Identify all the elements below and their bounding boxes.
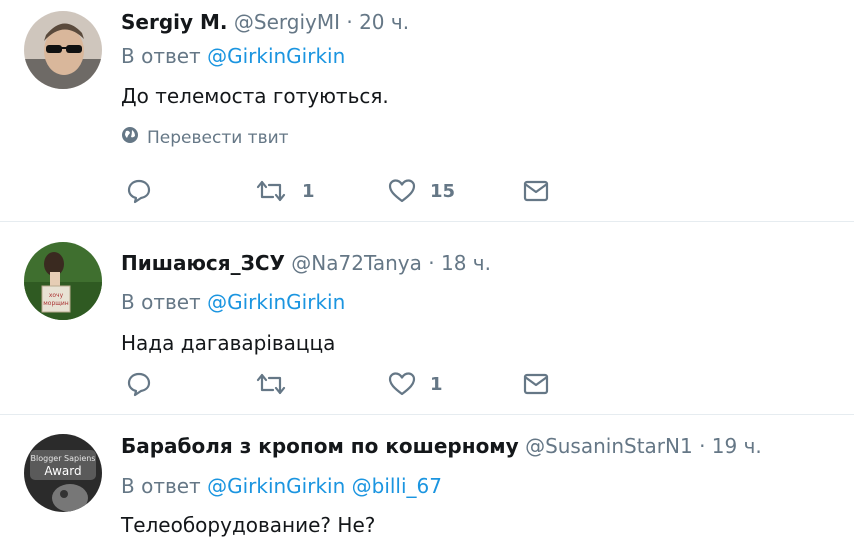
tweet-text: Телеоборудование? Не? xyxy=(121,513,376,537)
avatar[interactable]: хочу морщин xyxy=(24,242,102,320)
reply-icon xyxy=(126,371,152,397)
user-handle[interactable]: @SergiyMI xyxy=(234,10,340,34)
message-icon xyxy=(522,178,550,204)
mention-link[interactable]: @GirkinGirkin xyxy=(207,474,345,498)
reply-prefix: В ответ xyxy=(121,474,201,498)
mention-link[interactable]: @GirkinGirkin xyxy=(207,290,345,314)
avatar-text: Blogger Sapiens xyxy=(31,454,96,463)
separator: · xyxy=(346,10,353,34)
display-name[interactable]: Sergiy M. xyxy=(121,10,228,34)
translate-label: Перевести твит xyxy=(147,128,289,148)
avatar[interactable]: Blogger Sapiens Award xyxy=(24,434,102,512)
tweet: Blogger Sapiens Award Бараболя з кропом … xyxy=(0,415,854,555)
separator: · xyxy=(428,251,435,275)
tweet-header: Пишаюся_ЗСУ @Na72Tanya · 18 ч. xyxy=(121,249,844,277)
like-icon xyxy=(388,371,416,397)
avatar-text: Award xyxy=(44,464,81,478)
display-name[interactable]: Бараболя з кропом по кошерному xyxy=(121,434,519,458)
reply-context: В ответ @GirkinGirkin @billi_67 xyxy=(121,472,844,500)
svg-text:хочу: хочу xyxy=(49,292,64,299)
direct-message-button[interactable] xyxy=(522,178,550,204)
retweet-button[interactable]: 1 xyxy=(254,178,315,204)
reply-context: В ответ @GirkinGirkin xyxy=(121,288,844,316)
separator: · xyxy=(699,434,706,458)
tweet: хочу морщин Пишаюся_ЗСУ @Na72Tanya · 18 … xyxy=(0,222,854,415)
like-button[interactable]: 1 xyxy=(388,371,443,397)
like-button[interactable]: 15 xyxy=(388,178,455,204)
globe-icon xyxy=(121,126,139,151)
reply-button[interactable] xyxy=(126,178,152,204)
tweet-header: Бараболя з кропом по кошерному @SusaninS… xyxy=(121,432,844,460)
reply-prefix: В ответ xyxy=(121,290,201,314)
svg-text:морщин: морщин xyxy=(43,300,69,307)
tweet-text: До телемоста готуються. xyxy=(121,84,389,108)
retweet-button[interactable] xyxy=(254,371,302,397)
reply-context: В ответ @GirkinGirkin xyxy=(121,42,844,70)
mention-link[interactable]: @GirkinGirkin xyxy=(207,44,345,68)
like-icon xyxy=(388,178,416,204)
reply-button[interactable] xyxy=(126,371,152,397)
mention-link[interactable]: @billi_67 xyxy=(352,474,442,498)
like-count: 1 xyxy=(430,373,443,395)
direct-message-button[interactable] xyxy=(522,371,550,397)
reply-icon xyxy=(126,178,152,204)
user-handle[interactable]: @Na72Tanya xyxy=(291,251,422,275)
reply-prefix: В ответ xyxy=(121,44,201,68)
tweet-header: Sergiy M. @SergiyMI · 20 ч. xyxy=(121,8,844,36)
avatar[interactable] xyxy=(24,11,102,89)
retweet-count: 1 xyxy=(302,180,315,202)
timestamp[interactable]: 19 ч. xyxy=(712,434,762,458)
tweet-text: Нада дагаварівацца xyxy=(121,331,336,355)
display-name[interactable]: Пишаюся_ЗСУ xyxy=(121,251,285,275)
retweet-icon xyxy=(254,371,288,397)
user-handle[interactable]: @SusaninStarN1 xyxy=(525,434,693,458)
timestamp[interactable]: 20 ч. xyxy=(359,10,409,34)
like-count: 15 xyxy=(430,180,456,202)
retweet-icon xyxy=(254,178,288,204)
message-icon xyxy=(522,371,550,397)
tweet: Sergiy M. @SergiyMI · 20 ч. В ответ @Gir… xyxy=(0,0,854,222)
timestamp[interactable]: 18 ч. xyxy=(441,251,491,275)
translate-tweet-link[interactable]: Перевести твит xyxy=(121,126,844,150)
